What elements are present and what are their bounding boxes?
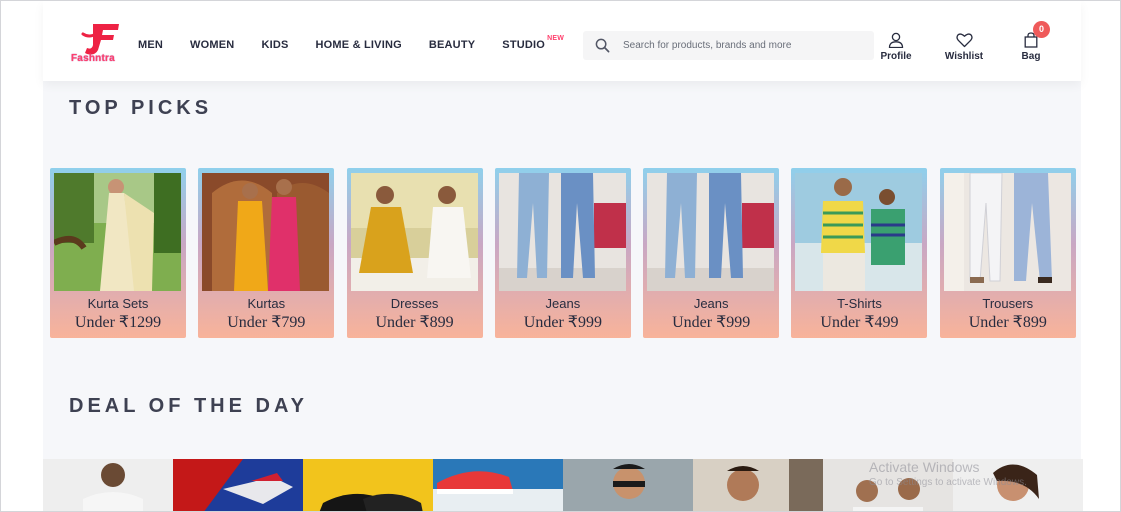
product-image xyxy=(202,173,330,291)
pick-price: Under ₹899 xyxy=(968,314,1047,331)
pick-name: Dresses xyxy=(390,296,439,311)
product-image xyxy=(350,173,478,291)
pick-name: T-Shirts xyxy=(837,296,882,311)
deal-tile[interactable] xyxy=(823,459,953,511)
pick-card-trousers[interactable]: Trousers Under ₹899 xyxy=(939,168,1076,338)
wishlist-button[interactable]: Wishlist xyxy=(941,32,987,62)
deal-tile[interactable] xyxy=(953,459,1083,511)
pick-card-dresses[interactable]: Dresses Under ₹899 xyxy=(346,168,483,338)
brand-name: Fashntra xyxy=(71,53,115,64)
site-header: Fashntra MEN WOMEN KIDS HOME & LIVING BE… xyxy=(43,1,1081,81)
nav-label: WOMEN xyxy=(190,39,235,51)
main-nav: MEN WOMEN KIDS HOME & LIVING BEAUTY STUD… xyxy=(138,35,572,51)
pick-name: Kurta Sets xyxy=(87,296,149,311)
pick-price: Under ₹799 xyxy=(227,314,306,331)
product-image xyxy=(43,459,173,511)
deal-tile[interactable] xyxy=(433,459,563,511)
pick-name: Trousers xyxy=(982,296,1034,311)
nav-label: MEN xyxy=(138,39,164,51)
pick-name: Jeans xyxy=(693,296,729,311)
product-image xyxy=(953,459,1083,511)
pick-price: Under ₹899 xyxy=(375,314,454,331)
nav-label: HOME & LIVING xyxy=(315,39,402,51)
pick-price: Under ₹499 xyxy=(820,314,899,331)
search-bar[interactable] xyxy=(583,31,874,60)
pick-price: Under ₹999 xyxy=(672,314,751,331)
nav-item-women[interactable]: WOMEN xyxy=(190,39,234,51)
bag-button[interactable]: Bag 0 xyxy=(1019,21,1050,62)
nav-item-kids[interactable]: KIDS xyxy=(261,39,288,51)
nav-item-studio[interactable]: STUDIO NEW xyxy=(502,35,564,51)
main-content: TOP PICKS Kurta Sets Under ₹1299 Kurtas … xyxy=(43,81,1083,511)
browser-viewport: Fashntra MEN WOMEN KIDS HOME & LIVING BE… xyxy=(0,0,1121,512)
product-image xyxy=(693,459,823,511)
pick-price: Under ₹999 xyxy=(523,314,602,331)
search-icon[interactable] xyxy=(595,38,610,53)
deal-tile[interactable] xyxy=(563,459,693,511)
pick-name: Jeans xyxy=(545,296,581,311)
top-picks-title: TOP PICKS xyxy=(69,97,213,119)
brand-logo[interactable]: Fashntra xyxy=(71,20,125,68)
pick-price: Under ₹1299 xyxy=(74,314,162,331)
product-image xyxy=(303,459,433,511)
pick-card-kurta-sets[interactable]: Kurta Sets Under ₹1299 xyxy=(50,168,186,338)
profile-button[interactable]: Profile xyxy=(877,32,915,62)
wishlist-label: Wishlist xyxy=(944,51,984,62)
product-image xyxy=(943,173,1071,291)
nav-item-beauty[interactable]: BEAUTY xyxy=(429,39,475,51)
nav-label: STUDIO xyxy=(502,39,546,51)
bag-label: Bag xyxy=(1021,51,1041,62)
user-icon xyxy=(888,32,904,48)
deal-of-the-day-title: DEAL OF THE DAY xyxy=(69,395,308,417)
new-badge: NEW xyxy=(547,35,565,42)
product-image xyxy=(433,459,563,511)
pick-card-kurtas[interactable]: Kurtas Under ₹799 xyxy=(198,168,335,338)
product-image xyxy=(498,173,626,291)
deal-tile[interactable] xyxy=(303,459,433,511)
product-image xyxy=(54,173,181,291)
pick-card-jeans-2[interactable]: Jeans Under ₹999 xyxy=(643,168,780,338)
nav-item-home-living[interactable]: HOME & LIVING xyxy=(316,39,402,51)
pick-name: Kurtas xyxy=(247,296,286,311)
logo-mark-icon xyxy=(81,24,119,55)
pick-card-jeans[interactable]: Jeans Under ₹999 xyxy=(494,168,631,338)
deal-tile[interactable] xyxy=(693,459,823,511)
nav-label: BEAUTY xyxy=(428,39,476,51)
nav-label: KIDS xyxy=(261,39,289,51)
product-image xyxy=(647,173,775,291)
product-image xyxy=(795,173,923,291)
search-input[interactable] xyxy=(623,31,868,60)
top-picks-row: Kurta Sets Under ₹1299 Kurtas Under ₹799 xyxy=(50,168,1088,338)
product-image xyxy=(563,459,693,511)
product-image xyxy=(823,459,953,511)
deal-of-the-day-row xyxy=(43,459,1083,511)
product-image xyxy=(173,459,303,511)
pick-card-t-shirts[interactable]: T-Shirts Under ₹499 xyxy=(791,168,928,338)
deal-tile[interactable] xyxy=(173,459,303,511)
deal-tile[interactable] xyxy=(43,459,173,511)
profile-label: Profile xyxy=(880,51,912,62)
bag-count-badge: 0 xyxy=(1033,21,1050,38)
heart-icon xyxy=(955,33,973,48)
nav-item-men[interactable]: MEN xyxy=(138,39,163,51)
